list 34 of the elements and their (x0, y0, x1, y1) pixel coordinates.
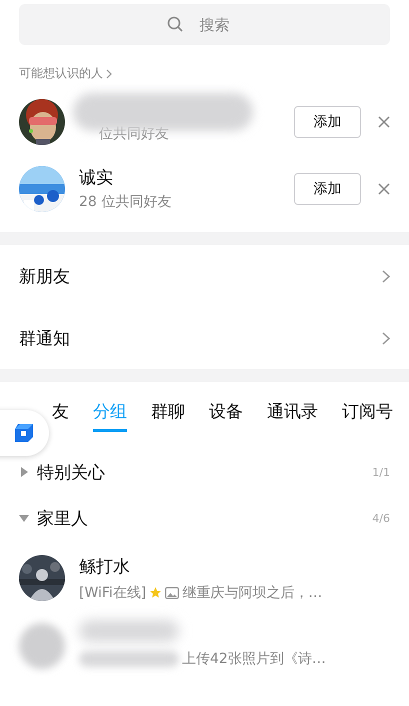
tab[interactable]: 通讯录 (267, 400, 318, 432)
contact-name: 鲧打水 (79, 556, 131, 578)
menu-row[interactable]: 群通知 (0, 307, 409, 369)
group-count: 1/1 (372, 466, 390, 478)
message-preview: 继重庆与阿坝之后，… (182, 584, 322, 602)
online-status: [WiFi在线] (79, 584, 146, 602)
group-name: 特别关心 (37, 462, 106, 484)
image-icon (165, 586, 180, 598)
menu-label: 群通知 (19, 328, 70, 350)
tab[interactable]: 订阅号 (342, 400, 393, 432)
group-name: 家里人 (37, 508, 89, 530)
tab[interactable]: 群聊 (151, 400, 185, 432)
menu-row[interactable]: 新朋友 (0, 245, 409, 307)
close-icon[interactable] (378, 182, 390, 194)
search-field[interactable]: 搜索 (19, 4, 390, 45)
group-row[interactable]: 特别关心 1/1 (0, 452, 409, 492)
menu-label: 新朋友 (19, 266, 70, 288)
group-row[interactable]: 家里人 4/6 (0, 492, 409, 544)
mutual-friends: 28 位共同好友 (79, 193, 172, 211)
tab[interactable]: 友 (52, 400, 69, 432)
chevron-icon (382, 332, 390, 344)
tab[interactable]: 设备 (209, 400, 243, 432)
close-icon[interactable] (378, 116, 390, 128)
mutual-friends: 位共同好友 (98, 124, 170, 142)
chevron-icon (106, 68, 112, 78)
chevron-icon (382, 270, 390, 282)
add-button[interactable]: 添加 (294, 172, 361, 204)
message-preview: 上传42张照片到《诗… (182, 650, 326, 668)
star-icon (149, 586, 162, 599)
floating-button[interactable] (0, 410, 49, 456)
section-title[interactable]: 可能想认识的人 (19, 65, 103, 82)
group-count: 4/6 (372, 512, 390, 524)
person-name: 诚实 (79, 167, 114, 189)
add-button[interactable]: 添加 (294, 106, 361, 138)
